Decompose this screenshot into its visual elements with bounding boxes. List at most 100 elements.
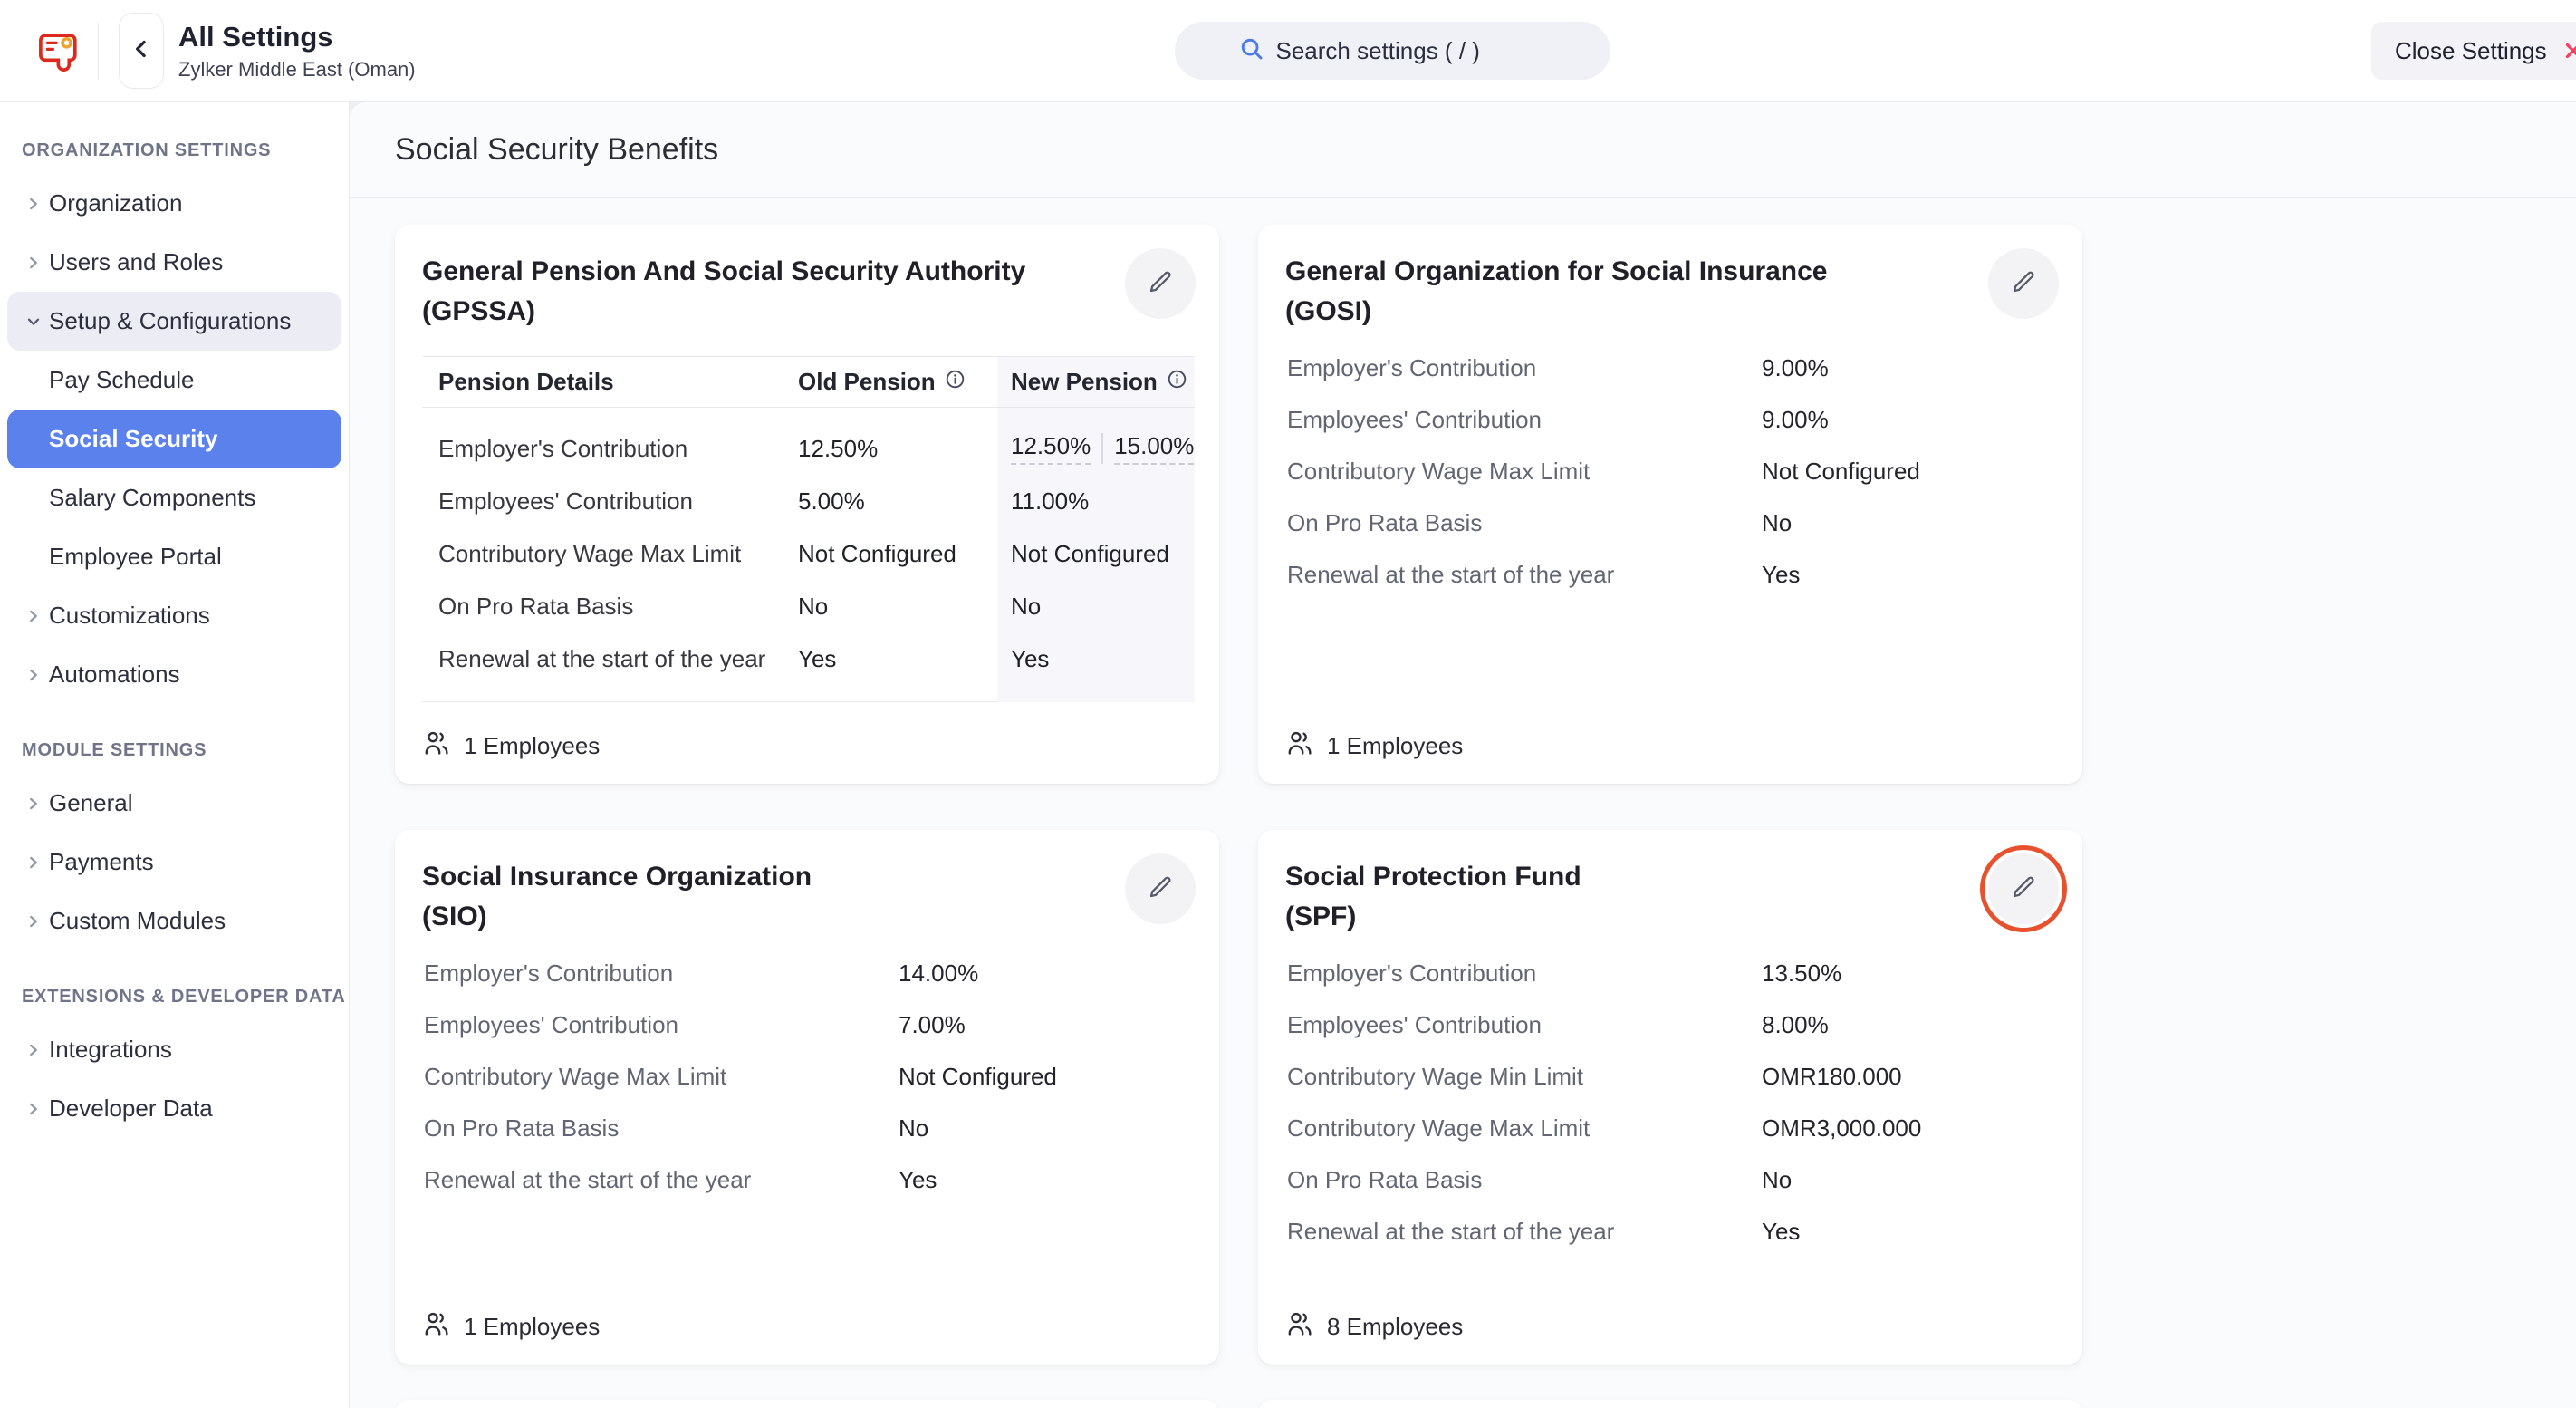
gosi-employee-count: 1 Employees: [1285, 728, 1463, 764]
chevron-right-icon: [24, 794, 43, 814]
detail-row: Renewal at the start of the yearYes: [395, 1154, 1219, 1206]
table-row: On Pro Rata Basis No No: [422, 580, 1195, 632]
sidebar-item-customizations[interactable]: Customizations: [7, 586, 341, 645]
card-spf-title: Social Protection Fund (SPF): [1258, 830, 2082, 937]
sidebar-item-organization[interactable]: Organization: [7, 174, 341, 233]
employees-icon: [1285, 1309, 1314, 1345]
edit-spf-button-highlighted[interactable]: [1988, 853, 2059, 924]
pension-table-body: Employer's Contribution 12.50% 12.50% 15…: [422, 408, 1195, 702]
edit-gpssa-button[interactable]: [1125, 248, 1196, 319]
col-new-pension: New Pension: [997, 368, 1195, 396]
detail-row: Contributory Wage Max LimitOMR3,000.000: [1258, 1103, 2082, 1154]
sidebar-item-salary-components[interactable]: Salary Components: [7, 468, 341, 527]
sidebar-item-automations[interactable]: Automations: [7, 645, 341, 704]
section-organization-settings: ORGANIZATION SETTINGS: [22, 140, 349, 161]
pencil-icon: [2009, 873, 2038, 906]
detail-row: Employees' Contribution8.00%: [1258, 999, 2082, 1051]
chevron-left-icon: [128, 35, 155, 67]
top-bar: All Settings Zylker Middle East (Oman) C…: [0, 0, 2576, 102]
col-old-pension: Old Pension: [798, 368, 997, 396]
pension-table-header: Pension Details Old Pension New Pension: [422, 356, 1195, 408]
sio-details: Employer's Contribution14.00% Employees'…: [395, 948, 1219, 1206]
header-titles: All Settings Zylker Middle East (Oman): [178, 21, 416, 82]
sidebar-item-users-and-roles[interactable]: Users and Roles: [7, 233, 341, 292]
sidebar-item-developer-data[interactable]: Developer Data: [7, 1079, 341, 1138]
detail-row: Employees' Contribution9.00%: [1258, 394, 2082, 446]
search-icon: [1238, 35, 1265, 67]
new-pension-value-tooltip[interactable]: 12.50%: [1011, 432, 1091, 465]
new-pension-dual-value: 12.50% 15.00%: [997, 432, 1195, 465]
detail-row: Renewal at the start of the yearYes: [1258, 549, 2082, 601]
detail-row: Employer's Contribution9.00%: [1258, 342, 2082, 394]
col-pension-details: Pension Details: [422, 368, 798, 396]
card-gosi: General Organization for Social Insuranc…: [1258, 225, 2082, 784]
chevron-right-icon: [24, 911, 43, 931]
card-gpssa-title: General Pension And Social Security Auth…: [395, 225, 1219, 332]
employees-icon: [422, 728, 451, 764]
pencil-icon: [1146, 873, 1175, 906]
next-card-peek: [1258, 1400, 2082, 1408]
card-gpssa: General Pension And Social Security Auth…: [395, 225, 1219, 784]
detail-row: Contributory Wage Max LimitNot Configure…: [395, 1051, 1219, 1103]
table-row: Contributory Wage Max Limit Not Configur…: [422, 527, 1195, 580]
page-heading: Social Security Benefits: [350, 102, 2576, 198]
card-sio-title: Social Insurance Organization (SIO): [395, 830, 1219, 937]
sidebar-item-custom-modules[interactable]: Custom Modules: [7, 892, 341, 950]
section-module-settings: MODULE SETTINGS: [22, 740, 349, 761]
section-extensions-developer-data: EXTENSIONS & DEVELOPER DATA: [22, 987, 349, 1008]
detail-row: Employer's Contribution14.00%: [395, 948, 1219, 999]
sidebar-item-payments[interactable]: Payments: [7, 833, 341, 892]
sio-employee-count: 1 Employees: [422, 1309, 600, 1345]
sidebar-item-pay-schedule[interactable]: Pay Schedule: [7, 351, 341, 410]
chevron-right-icon: [24, 665, 43, 685]
chevron-right-icon: [24, 606, 43, 626]
sidebar-item-general[interactable]: General: [7, 774, 341, 833]
next-card-peek: [395, 1400, 1219, 1408]
new-pension-value-tooltip[interactable]: 15.00%: [1114, 432, 1194, 465]
benefit-cards-grid: General Pension And Social Security Auth…: [395, 225, 2531, 1365]
detail-row: On Pro Rata BasisNo: [1258, 1154, 2082, 1206]
sidebar-item-employee-portal[interactable]: Employee Portal: [7, 527, 341, 586]
payroll-app-logo-icon: [36, 27, 83, 74]
info-icon[interactable]: [1167, 368, 1187, 396]
chevron-right-icon: [24, 194, 43, 214]
card-spf: Social Protection Fund (SPF) Employer's …: [1258, 830, 2082, 1365]
gpssa-employee-count: 1 Employees: [422, 728, 600, 764]
close-settings-button[interactable]: Close Settings: [2371, 22, 2576, 80]
detail-row: On Pro Rata BasisNo: [1258, 497, 2082, 549]
page-heading-title: Social Security Benefits: [395, 132, 718, 168]
main-panel: Social Security Benefits General Pension…: [350, 102, 2576, 1408]
value-separator: [1101, 433, 1103, 464]
page-title: All Settings: [178, 21, 416, 53]
chevron-right-icon: [24, 253, 43, 273]
settings-search[interactable]: [1175, 22, 1610, 80]
spf-employee-count: 8 Employees: [1285, 1309, 1463, 1345]
detail-row: Employees' Contribution7.00%: [395, 999, 1219, 1051]
detail-row: Contributory Wage Max LimitNot Configure…: [1258, 446, 2082, 497]
organization-name: Zylker Middle East (Oman): [178, 58, 416, 82]
close-settings-label: Close Settings: [2395, 37, 2547, 65]
card-gosi-title: General Organization for Social Insuranc…: [1258, 225, 2082, 332]
settings-sidebar: ORGANIZATION SETTINGS Organization Users…: [0, 102, 350, 1408]
back-button[interactable]: [119, 13, 164, 89]
chevron-right-icon: [24, 1040, 43, 1060]
sidebar-item-integrations[interactable]: Integrations: [7, 1020, 341, 1079]
edit-gosi-button[interactable]: [1988, 248, 2059, 319]
detail-row: Renewal at the start of the yearYes: [1258, 1206, 2082, 1258]
detail-row: On Pro Rata BasisNo: [395, 1103, 1219, 1154]
sidebar-item-setup-configurations[interactable]: Setup & Configurations: [7, 292, 341, 351]
info-icon[interactable]: [945, 368, 966, 396]
header-divider: [98, 23, 99, 79]
card-sio: Social Insurance Organization (SIO) Empl…: [395, 830, 1219, 1365]
edit-sio-button[interactable]: [1125, 853, 1196, 924]
close-icon: [2562, 39, 2576, 63]
employees-icon: [1285, 728, 1314, 764]
pencil-icon: [2009, 267, 2038, 301]
pencil-icon: [1146, 267, 1175, 301]
search-input[interactable]: [1276, 37, 1548, 65]
sidebar-item-social-security[interactable]: Social Security: [7, 410, 341, 468]
chevron-down-icon: [24, 312, 43, 332]
gosi-details: Employer's Contribution9.00% Employees' …: [1258, 342, 2082, 601]
employees-icon: [422, 1309, 451, 1345]
table-row: Employer's Contribution 12.50% 12.50% 15…: [422, 422, 1195, 475]
